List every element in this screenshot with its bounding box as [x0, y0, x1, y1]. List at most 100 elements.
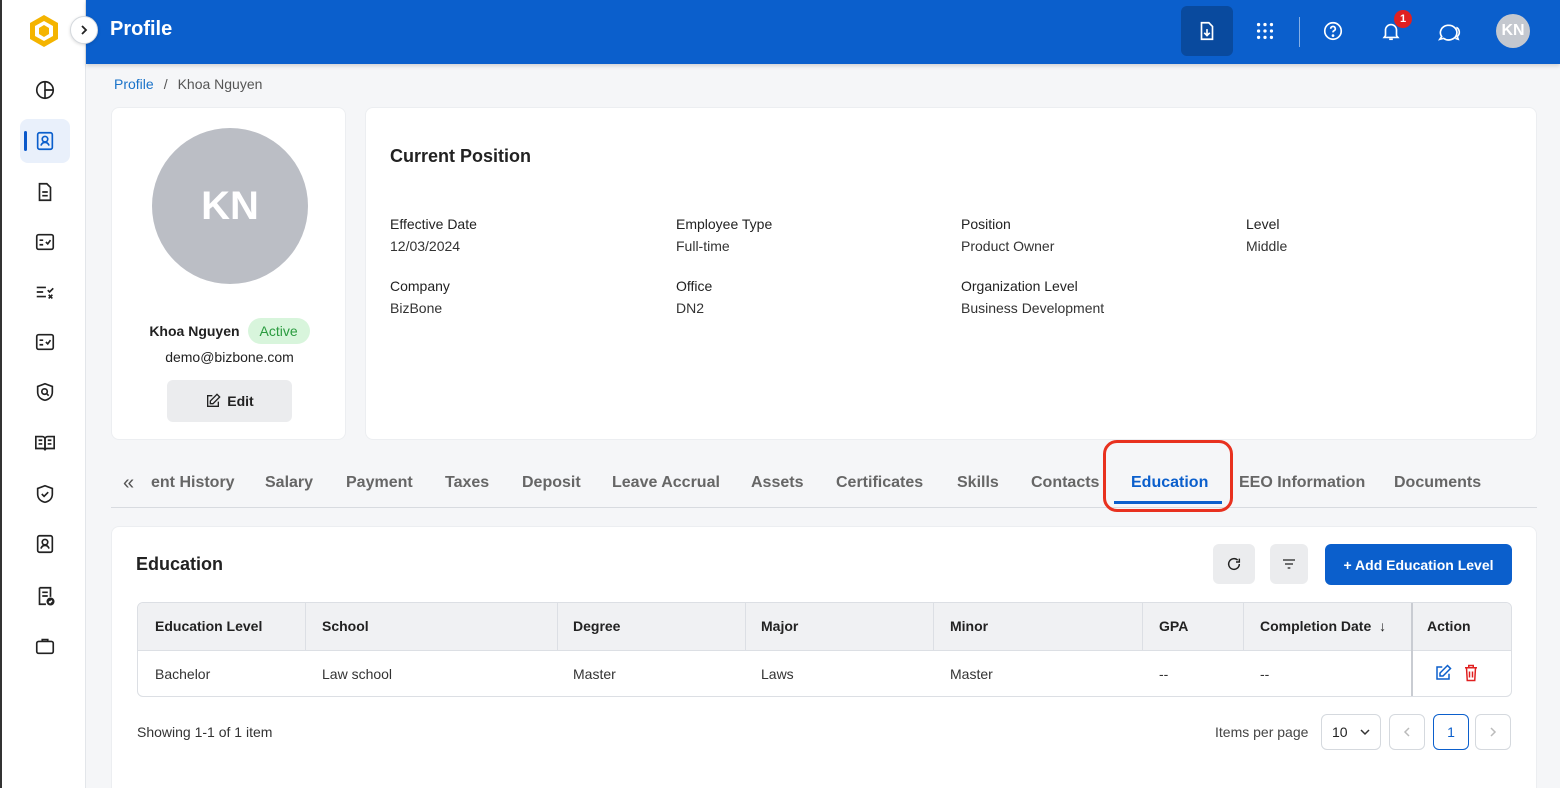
items-per-page-select[interactable]: 10 [1321, 714, 1381, 750]
field-organization-level: Organization Level Business Development [961, 278, 1104, 316]
action-column-divider [1411, 603, 1413, 696]
field-label: Level [1246, 216, 1280, 232]
profile-email: demo@bizbone.com [165, 349, 294, 365]
table-row: Bachelor Law school Master Laws Master -… [138, 651, 1511, 696]
field-value: Middle [1246, 238, 1288, 254]
dashboard-icon[interactable] [20, 68, 70, 112]
breadcrumb-profile-link[interactable]: Profile [114, 76, 154, 92]
tab-skills[interactable]: Skills [957, 474, 999, 492]
table-cell: -- [1260, 666, 1270, 682]
column-header-label: Completion Date [1260, 618, 1372, 634]
field-company: Company BizBone [390, 278, 450, 316]
field-value: DN2 [676, 300, 705, 316]
employee-card-icon[interactable] [20, 522, 70, 566]
field-value: Business Development [961, 300, 1105, 316]
field-label: Employee Type [676, 216, 773, 232]
tabs-scroll-left-icon[interactable]: « [123, 472, 134, 495]
approval-icon[interactable] [20, 320, 70, 364]
add-education-level-button[interactable]: + Add Education Level [1325, 544, 1512, 585]
field-office: Office DN2 [676, 278, 712, 316]
column-header[interactable]: School [322, 618, 369, 634]
chevron-right-icon [1490, 727, 1497, 737]
filter-icon [1283, 559, 1295, 569]
prev-page-button[interactable] [1389, 714, 1425, 750]
edit-row-icon[interactable] [1434, 664, 1452, 687]
status-badge: Active [247, 318, 310, 344]
app-logo-icon[interactable] [28, 14, 60, 48]
column-header[interactable]: GPA [1159, 618, 1188, 634]
tab-leave-accrual[interactable]: Leave Accrual [612, 474, 720, 492]
education-table: Education Level School Degree Major Mino… [137, 602, 1512, 697]
chevron-left-icon [1403, 727, 1410, 737]
tab-eeo-information[interactable]: EEO Information [1239, 474, 1365, 492]
field-value: 12/03/2024 [390, 238, 461, 254]
page-title: Profile [110, 18, 173, 40]
column-divider [933, 603, 934, 651]
tab-assets[interactable]: Assets [751, 474, 803, 492]
help-button[interactable] [1307, 6, 1359, 56]
current-position-title: Current Position [390, 146, 532, 166]
grid-icon [1256, 22, 1274, 40]
download-button[interactable] [1181, 6, 1233, 56]
checklist-icon[interactable] [20, 220, 70, 264]
column-header[interactable]: Major [761, 618, 798, 634]
column-header-completion-date[interactable]: Completion Date ↓ [1260, 618, 1386, 634]
items-per-page-label: Items per page [1215, 724, 1309, 740]
table-cell: Laws [761, 666, 794, 682]
tab-deposit[interactable]: Deposit [522, 474, 581, 492]
chevron-right-icon [81, 25, 88, 35]
notification-badge: 1 [1394, 10, 1412, 28]
briefcase-icon[interactable] [20, 624, 70, 668]
document-icon[interactable] [20, 170, 70, 214]
table-cell: -- [1159, 666, 1169, 682]
apps-button[interactable] [1239, 6, 1291, 56]
education-card: Education + Add Education Level Educatio… [111, 526, 1537, 788]
column-header: Action [1427, 618, 1471, 634]
table-cell: Master [950, 666, 993, 682]
profile-avatar: KN [152, 128, 308, 284]
field-employee-type: Employee Type Full-time [676, 216, 772, 254]
refresh-button[interactable] [1213, 544, 1255, 584]
notifications-button[interactable]: 1 [1365, 6, 1417, 56]
shield-check-icon[interactable] [20, 472, 70, 516]
profile-nav-icon[interactable] [20, 119, 70, 163]
table-header: Education Level School Degree Major Mino… [138, 603, 1511, 651]
tab-certificates[interactable]: Certificates [836, 474, 923, 492]
chat-button[interactable] [1423, 6, 1475, 56]
sort-arrow-icon[interactable]: ↓ [1379, 618, 1386, 634]
edit-profile-button[interactable]: Edit [167, 380, 292, 422]
field-label: Office [676, 278, 713, 294]
file-download-icon [1200, 21, 1214, 41]
tab-contacts[interactable]: Contacts [1031, 474, 1099, 492]
chevron-down-icon [1360, 729, 1370, 736]
pagination-summary: Showing 1-1 of 1 item [137, 724, 273, 740]
field-label: Effective Date [390, 216, 477, 232]
security-search-icon[interactable] [20, 370, 70, 414]
tab-salary[interactable]: Salary [265, 474, 313, 492]
tab-employment-history[interactable]: ent History [151, 474, 235, 492]
tab-payment[interactable]: Payment [346, 474, 413, 492]
sidebar-expand-button[interactable] [70, 16, 98, 44]
book-icon[interactable] [20, 421, 70, 465]
breadcrumb-separator: / [163, 76, 168, 92]
profile-tabs: « ent History Salary Payment Taxes Depos… [111, 440, 1537, 512]
tab-taxes[interactable]: Taxes [445, 474, 489, 492]
column-divider [745, 603, 746, 651]
table-cell: Bachelor [155, 666, 211, 682]
task-list-icon[interactable] [20, 270, 70, 314]
field-label: Organization Level [961, 278, 1078, 294]
column-header[interactable]: Degree [573, 618, 620, 634]
tab-documents[interactable]: Documents [1394, 474, 1481, 492]
education-title: Education [136, 554, 224, 574]
top-header: Profile 1 KN [86, 0, 1560, 64]
field-value: BizBone [390, 300, 443, 316]
column-header[interactable]: Education Level [155, 618, 262, 634]
next-page-button[interactable] [1475, 714, 1511, 750]
column-header[interactable]: Minor [950, 618, 988, 634]
delete-row-icon[interactable] [1463, 664, 1479, 687]
user-avatar[interactable]: KN [1496, 14, 1530, 48]
page-button-current[interactable]: 1 [1433, 714, 1469, 750]
report-check-icon[interactable] [20, 574, 70, 618]
filter-button[interactable] [1270, 544, 1308, 584]
chat-icon [1437, 24, 1461, 41]
